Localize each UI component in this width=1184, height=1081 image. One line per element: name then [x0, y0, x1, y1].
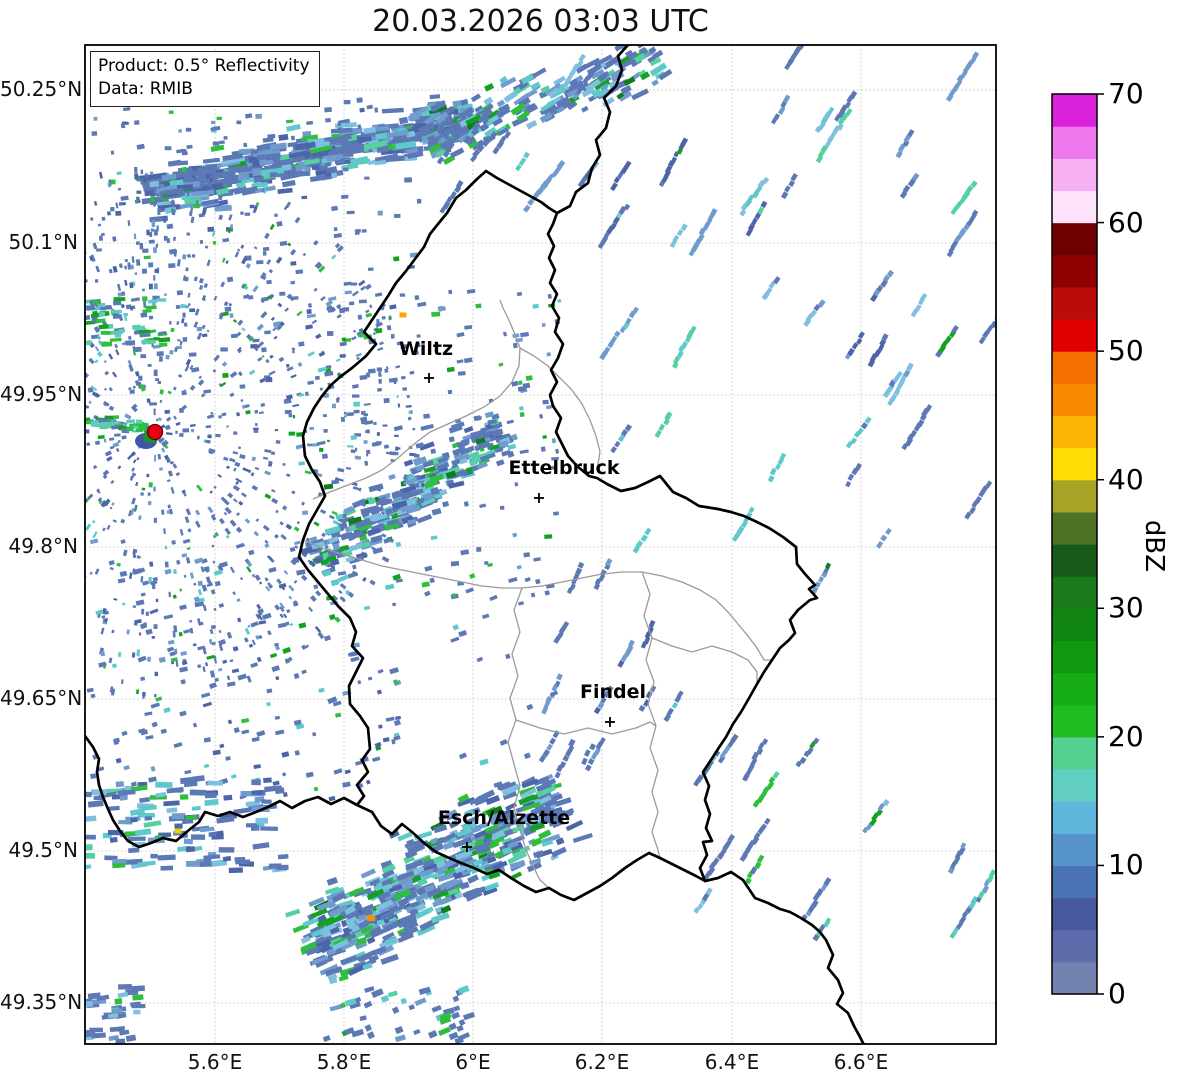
echo-cluster-radar-west-streak — [85, 415, 156, 434]
colorbar-tick-label: 10 — [1108, 848, 1144, 882]
lon-tick-label: 6.2°E — [574, 1050, 630, 1074]
lon-tick-label: 6.6°E — [833, 1050, 889, 1074]
lon-tick-label: 5.8°E — [316, 1050, 372, 1074]
echo-cluster-se-streaks — [693, 733, 996, 942]
echo-cluster-bottom-left-bits — [85, 984, 146, 1044]
map-canvas — [84, 44, 1104, 1045]
colorbar-tick-label: 30 — [1108, 591, 1144, 625]
lat-tick-label: 49.8°N — [8, 534, 79, 558]
lon-tick-label: 5.6°E — [187, 1050, 243, 1074]
lat-tick-label: 50.25°N — [0, 77, 83, 101]
data-source-line: Data: RMIB — [98, 79, 193, 100]
colorbar-tick-label: 50 — [1108, 334, 1144, 368]
echo-cluster-south-left-strip — [85, 775, 289, 874]
colorbar-unit-label: dBZ — [1139, 519, 1170, 573]
echo-cluster-wsw-speckle — [86, 537, 402, 802]
colorbar-tick-label: 0 — [1108, 977, 1126, 1010]
radar-echo-layer — [85, 45, 996, 1044]
city-label: Findel — [579, 681, 647, 703]
echo-cluster-bottom-center-bits — [322, 985, 476, 1044]
lat-tick-label: 49.35°N — [0, 990, 83, 1014]
lat-tick-label: 49.65°N — [0, 686, 83, 710]
echo-cluster-mid-streaks — [538, 558, 684, 779]
colorbar-tick-label: 40 — [1108, 462, 1144, 496]
lon-tick-label: 6.4°E — [704, 1050, 760, 1074]
echo-cluster-sw-cluster — [285, 773, 593, 985]
product-line: Product: 0.5° Reflectivity — [98, 56, 310, 76]
colorbar-tick-label: 70 — [1108, 77, 1144, 110]
lon-tick-label: 6°E — [455, 1050, 491, 1074]
city-label: Wiltz — [398, 338, 454, 360]
colorbar-tick-label: 60 — [1108, 205, 1144, 239]
colorbar-tick-label: 20 — [1108, 719, 1144, 753]
radar-screenshot: 20.03.2026 03:03 UTC Product: 0.5° Refle… — [0, 0, 1184, 1081]
city-label: Esch/Alzette — [437, 807, 571, 829]
echo-cluster-east-streaks — [610, 416, 993, 594]
lat-tick-label: 50.1°N — [8, 230, 79, 254]
echo-cluster-left-green-patch — [85, 295, 171, 348]
echo-cluster-west-band — [300, 411, 519, 587]
colorbar — [1051, 93, 1104, 995]
city-label: Ettelbruck — [508, 457, 620, 479]
lat-tick-label: 49.95°N — [0, 382, 83, 406]
product-info-box: Product: 0.5° Reflectivity Data: RMIB — [90, 51, 320, 107]
echo-cluster-center-speckle — [424, 564, 559, 766]
lat-tick-label: 49.5°N — [8, 838, 79, 862]
